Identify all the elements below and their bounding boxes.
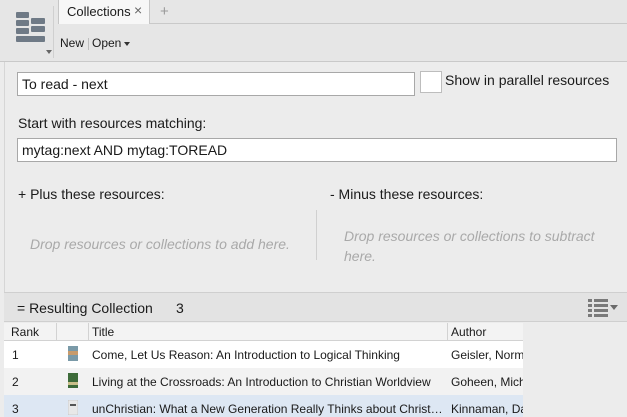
- tab-strip-divider: [150, 23, 627, 24]
- chevron-down-icon: [46, 50, 52, 54]
- list-view-icon[interactable]: [588, 299, 608, 317]
- toolbar-separator: [88, 38, 89, 50]
- subtract-drop-zone[interactable]: Drop resources or collections to subtrac…: [344, 226, 614, 266]
- table-row[interactable]: 3 unChristian: What a New Generation Rea…: [4, 395, 523, 417]
- add-drop-zone[interactable]: Drop resources or collections to add her…: [30, 236, 310, 252]
- book-cover-icon: [68, 373, 78, 388]
- column-header-title[interactable]: Title: [92, 325, 114, 339]
- parallel-label: Show in parallel resources: [445, 72, 610, 88]
- query-input[interactable]: mytag:next AND mytag:TOREAD: [17, 138, 617, 162]
- row-author: Goheen, Mich: [451, 375, 523, 389]
- tab-label: Collections: [67, 4, 131, 19]
- column-separator[interactable]: [447, 323, 448, 341]
- results-header: = Resulting Collection 3: [4, 292, 627, 322]
- open-button[interactable]: Open: [92, 36, 131, 50]
- column-header-rank[interactable]: Rank: [11, 325, 39, 339]
- book-cover-icon: [68, 400, 78, 415]
- add-tab-button[interactable]: +: [160, 3, 169, 20]
- results-count: 3: [176, 300, 184, 316]
- open-label: Open: [92, 36, 122, 50]
- table-header: Rank Title Author: [4, 323, 523, 341]
- tab-collections[interactable]: Collections ×: [58, 0, 150, 24]
- collection-editor: To read - next Show in parallel resource…: [4, 62, 627, 292]
- new-button[interactable]: New: [60, 36, 84, 50]
- table-row[interactable]: 2 Living at the Crossroads: An Introduct…: [4, 368, 523, 395]
- column-header-author[interactable]: Author: [451, 325, 486, 339]
- plus-resources-label: + Plus these resources:: [18, 186, 165, 202]
- app-menu-button[interactable]: [8, 6, 54, 58]
- row-title: Come, Let Us Reason: An Introduction to …: [92, 348, 400, 362]
- row-title: unChristian: What a New Generation Reall…: [92, 402, 443, 416]
- drop-zone-divider: [316, 210, 317, 260]
- minus-resources-label: - Minus these resources:: [330, 186, 484, 202]
- row-author: Kinnaman, Da: [451, 402, 523, 416]
- top-bar: Collections × + New Open: [0, 0, 627, 62]
- library-icon: [16, 12, 45, 42]
- row-rank: 1: [12, 348, 19, 362]
- table-row[interactable]: 1 Come, Let Us Reason: An Introduction t…: [4, 341, 523, 368]
- start-with-label: Start with resources matching:: [18, 115, 207, 131]
- chevron-down-icon: [124, 41, 131, 46]
- row-rank: 2: [12, 375, 19, 389]
- row-rank: 3: [12, 402, 19, 416]
- close-icon[interactable]: ×: [134, 3, 142, 17]
- row-author: Geisler, Norm: [451, 348, 523, 362]
- column-separator[interactable]: [56, 323, 57, 341]
- collection-name-input[interactable]: To read - next: [17, 72, 415, 96]
- results-table: Rank Title Author 1 Come, Let Us Reason:…: [4, 323, 523, 417]
- book-cover-icon: [68, 346, 78, 361]
- results-label: = Resulting Collection: [17, 300, 153, 316]
- parallel-checkbox[interactable]: [420, 71, 442, 93]
- table-background: [523, 323, 627, 417]
- chevron-down-icon[interactable]: [610, 305, 618, 310]
- row-title: Living at the Crossroads: An Introductio…: [92, 375, 431, 389]
- column-separator[interactable]: [88, 323, 89, 341]
